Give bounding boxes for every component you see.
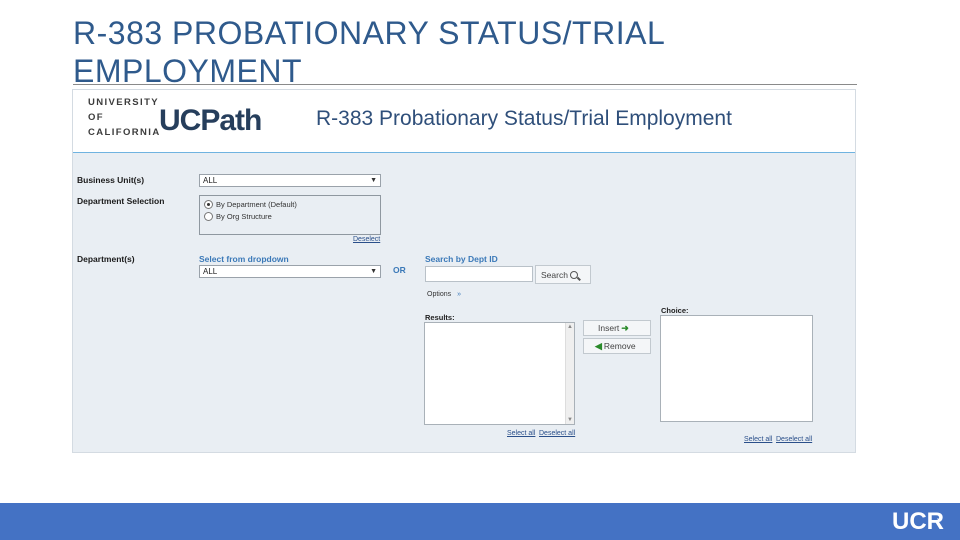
footer-bar: UCR 3 (0, 503, 960, 540)
business-unit-value: ALL (203, 176, 218, 185)
dropdown-arrow-icon: ▼ (370, 268, 377, 275)
wordmark-line: OF (88, 112, 104, 123)
insert-button-label: Insert (598, 323, 620, 333)
choice-deselect-all-link[interactable]: Deselect all (776, 436, 812, 443)
department-selection-label: Department Selection (77, 196, 165, 206)
departments-label: Department(s) (77, 254, 135, 264)
search-by-dept-id-label: Search by Dept ID (425, 254, 498, 264)
wordmark-line: UNIVERSITY (88, 97, 160, 108)
search-button-label: Search (541, 269, 568, 280)
results-label: Results: (425, 313, 455, 322)
ucpath-logo: UCPath (159, 104, 262, 137)
arrow-left-icon: ◀ (595, 340, 602, 351)
dept-id-search-input[interactable] (425, 266, 533, 282)
business-unit-select[interactable]: ALL ▼ (199, 174, 381, 187)
results-select-all-link[interactable]: Select all (507, 430, 535, 437)
results-scrollbar[interactable]: ▲ ▼ (565, 323, 574, 424)
results-deselect-all-link[interactable]: Deselect all (539, 430, 575, 437)
business-unit-label: Business Unit(s) (77, 175, 145, 185)
department-dropdown-value: ALL (203, 267, 218, 276)
report-header: UNIVERSITY OF CALIFORNIA UCPath R-383 Pr… (73, 90, 855, 153)
deselect-link[interactable]: Deselect (353, 236, 380, 243)
search-button[interactable]: Search (535, 265, 591, 284)
university-of-california-wordmark: UNIVERSITY OF CALIFORNIA (88, 95, 161, 140)
radio-label: By Org Structure (216, 212, 272, 221)
radio-label: By Department (Default) (216, 200, 297, 209)
radio-unselected-icon[interactable] (204, 212, 213, 221)
wordmark-line: CALIFORNIA (88, 127, 161, 138)
choice-label: Choice: (661, 306, 689, 315)
search-icon (569, 270, 578, 279)
radio-by-department[interactable]: By Department (Default) (204, 200, 297, 209)
arrow-right-icon: ➜ (621, 322, 629, 333)
radio-selected-icon[interactable] (204, 200, 213, 209)
ucpath-screenshot: UNIVERSITY OF CALIFORNIA UCPath R-383 Pr… (72, 89, 856, 453)
department-selection-group: By Department (Default) By Org Structure (199, 195, 381, 235)
options-toggle[interactable]: Options » (427, 291, 461, 298)
remove-button[interactable]: ◀ Remove (583, 338, 651, 354)
chevron-down-icon: » (457, 291, 461, 298)
slide-title: R-383 PROBATIONARY STATUS/TRIAL EMPLOYME… (73, 15, 665, 89)
title-divider (73, 84, 857, 85)
insert-button[interactable]: Insert ➜ (583, 320, 651, 336)
scroll-up-icon[interactable]: ▲ (567, 324, 573, 330)
remove-button-label: Remove (603, 341, 636, 351)
scroll-down-icon[interactable]: ▼ (567, 417, 573, 423)
results-listbox[interactable]: ▲ ▼ (424, 322, 575, 425)
radio-by-org-structure[interactable]: By Org Structure (204, 212, 272, 221)
choice-select-all-link[interactable]: Select all (744, 436, 772, 443)
report-title: R-383 Probationary Status/Trial Employme… (316, 107, 732, 130)
options-label: Options (427, 291, 452, 298)
page-number: 3 (936, 512, 942, 522)
dropdown-arrow-icon: ▼ (370, 177, 377, 184)
or-label: OR (393, 265, 406, 275)
choice-listbox[interactable] (660, 315, 813, 422)
select-from-dropdown-label: Select from dropdown (199, 254, 289, 264)
department-dropdown[interactable]: ALL ▼ (199, 265, 381, 278)
